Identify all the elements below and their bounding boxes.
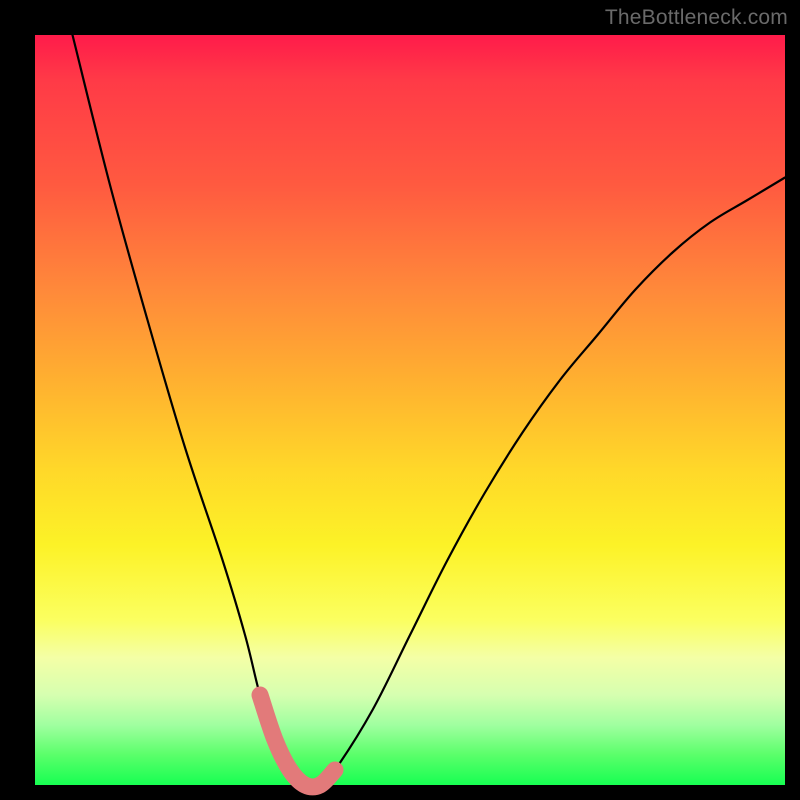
chart-frame: TheBottleneck.com bbox=[0, 0, 800, 800]
highlight-segment bbox=[260, 695, 335, 787]
plot-area bbox=[35, 35, 785, 785]
bottleneck-curve bbox=[73, 35, 786, 787]
curve-svg bbox=[35, 35, 785, 785]
watermark-text: TheBottleneck.com bbox=[605, 6, 788, 30]
